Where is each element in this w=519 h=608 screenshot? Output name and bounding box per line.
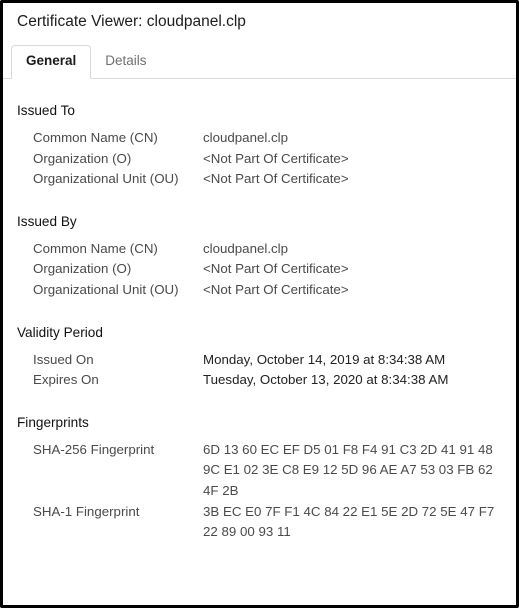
issued-by-ou-label: Organizational Unit (OU) xyxy=(33,280,203,301)
tab-details[interactable]: Details xyxy=(91,45,160,78)
issued-to-cn-label: Common Name (CN) xyxy=(33,128,203,149)
issued-by-cn-label: Common Name (CN) xyxy=(33,239,203,260)
fingerprint-sha256-label: SHA-256 Fingerprint xyxy=(33,440,203,461)
issued-to-o-row: Organization (O) <Not Part Of Certificat… xyxy=(33,149,502,170)
fingerprint-sha1-value: 3B EC E0 7F F1 4C 84 22 E1 5E 2D 72 5E 4… xyxy=(203,502,502,543)
section-validity-heading: Validity Period xyxy=(17,325,502,340)
issued-by-o-value: <Not Part Of Certificate> xyxy=(203,259,349,280)
window-title: Certificate Viewer: cloudpanel.clp xyxy=(3,3,516,41)
validity-expires-row: Expires On Tuesday, October 13, 2020 at … xyxy=(33,370,502,391)
certificate-viewer-window: Certificate Viewer: cloudpanel.clp Gener… xyxy=(0,0,519,608)
issued-by-ou-value: <Not Part Of Certificate> xyxy=(203,280,349,301)
issued-to-cn-row: Common Name (CN) cloudpanel.clp xyxy=(33,128,502,149)
issued-to-ou-label: Organizational Unit (OU) xyxy=(33,169,203,190)
issued-to-ou-value: <Not Part Of Certificate> xyxy=(203,169,349,190)
tab-content-general: Issued To Common Name (CN) cloudpanel.cl… xyxy=(3,79,516,605)
fingerprint-sha1-label: SHA-1 Fingerprint xyxy=(33,502,203,523)
issued-to-cn-value: cloudpanel.clp xyxy=(203,128,288,149)
tab-row: General Details xyxy=(3,45,516,79)
fingerprint-sha1-row: SHA-1 Fingerprint 3B EC E0 7F F1 4C 84 2… xyxy=(33,502,502,543)
issued-to-o-label: Organization (O) xyxy=(33,149,203,170)
issued-by-cn-row: Common Name (CN) cloudpanel.clp xyxy=(33,239,502,260)
section-issued-by-heading: Issued By xyxy=(17,214,502,229)
section-fingerprints-heading: Fingerprints xyxy=(17,415,502,430)
section-issued-to-heading: Issued To xyxy=(17,103,502,118)
validity-expires-label: Expires On xyxy=(33,370,203,391)
validity-expires-value: Tuesday, October 13, 2020 at 8:34:38 AM xyxy=(203,370,448,391)
tab-general[interactable]: General xyxy=(11,45,91,79)
issued-by-cn-value: cloudpanel.clp xyxy=(203,239,288,260)
validity-issued-value: Monday, October 14, 2019 at 8:34:38 AM xyxy=(203,350,445,371)
issued-to-ou-row: Organizational Unit (OU) <Not Part Of Ce… xyxy=(33,169,502,190)
validity-issued-row: Issued On Monday, October 14, 2019 at 8:… xyxy=(33,350,502,371)
issued-by-o-label: Organization (O) xyxy=(33,259,203,280)
validity-issued-label: Issued On xyxy=(33,350,203,371)
issued-to-o-value: <Not Part Of Certificate> xyxy=(203,149,349,170)
issued-by-o-row: Organization (O) <Not Part Of Certificat… xyxy=(33,259,502,280)
fingerprint-sha256-row: SHA-256 Fingerprint 6D 13 60 EC EF D5 01… xyxy=(33,440,502,502)
fingerprint-sha256-value: 6D 13 60 EC EF D5 01 F8 F4 91 C3 2D 41 9… xyxy=(203,440,502,502)
issued-by-ou-row: Organizational Unit (OU) <Not Part Of Ce… xyxy=(33,280,502,301)
